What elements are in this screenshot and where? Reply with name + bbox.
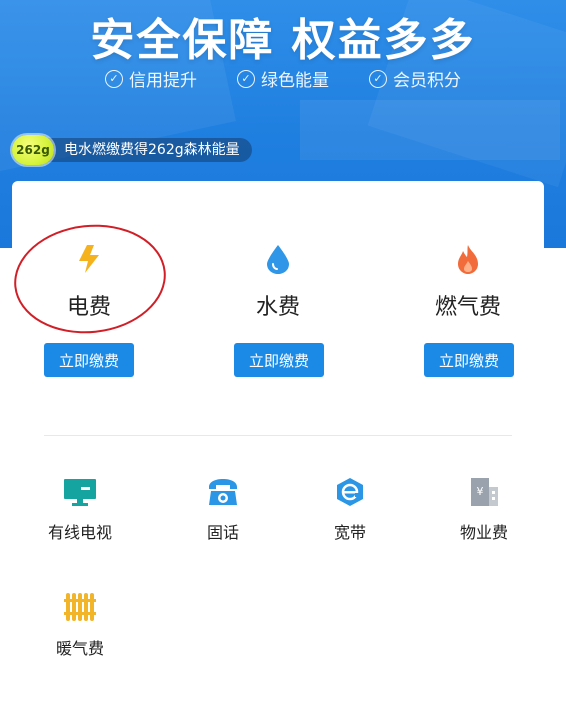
tv-monitor-icon <box>64 479 96 506</box>
lightning-icon <box>79 245 99 273</box>
energy-badge: 262g <box>12 135 54 165</box>
utility-label: 燃气费 <box>434 295 501 320</box>
service-label: 有线电视 <box>47 523 112 542</box>
service-label: 宽带 <box>333 523 366 542</box>
svg-text:¥: ¥ <box>477 485 484 498</box>
utility-label: 水费 <box>255 295 300 320</box>
energy-reward-pill[interactable]: 262g 电水燃缴费得262g森林能量 <box>12 135 252 165</box>
feature-credit: ✓ 信用提升 <box>105 66 197 91</box>
section-divider <box>44 435 512 436</box>
feature-green-energy: ✓ 绿色能量 <box>237 66 329 91</box>
service-label: 暖气费 <box>55 639 104 658</box>
radiator-icon <box>64 593 96 621</box>
water-drop-icon <box>267 245 289 274</box>
building-icon: ¥ <box>471 478 498 506</box>
feature-label: 会员积分 <box>393 71 461 91</box>
pay-water-button[interactable]: 立即缴费 <box>234 343 324 377</box>
service-label: 固话 <box>206 523 239 542</box>
banner-headline: 安全保障 权益多多 <box>90 15 476 66</box>
banner-decoration <box>300 100 560 160</box>
flame-icon <box>458 245 478 274</box>
service-cable-tv[interactable]: 有线电视 <box>20 477 140 543</box>
service-property-fee[interactable]: ¥ 物业费 <box>424 477 544 543</box>
energy-reward-text: 电水燃缴费得262g森林能量 <box>42 138 252 162</box>
feature-label: 信用提升 <box>129 71 197 91</box>
payment-card: 电费 立即缴费 水费 立即缴费 燃气费 立即缴费 有线电视 固话 宽带 ¥ 物业… <box>12 181 544 703</box>
service-broadband[interactable]: 宽带 <box>290 477 410 543</box>
check-circle-icon: ✓ <box>105 69 123 88</box>
feature-member-points: ✓ 会员积分 <box>369 66 461 91</box>
check-circle-icon: ✓ <box>369 69 387 88</box>
banner-features: ✓ 信用提升 ✓ 绿色能量 ✓ 会员积分 <box>0 66 566 91</box>
feature-label: 绿色能量 <box>261 71 329 91</box>
check-circle-icon: ✓ <box>237 69 255 88</box>
service-landline[interactable]: 固话 <box>163 477 283 543</box>
service-label: 物业费 <box>459 523 508 542</box>
service-heating[interactable]: 暖气费 <box>20 591 140 659</box>
telephone-icon <box>209 479 237 505</box>
broadband-icon <box>337 478 363 506</box>
utility-label: 电费 <box>66 295 111 320</box>
pay-gas-button[interactable]: 立即缴费 <box>424 343 514 377</box>
pay-electricity-button[interactable]: 立即缴费 <box>44 343 134 377</box>
